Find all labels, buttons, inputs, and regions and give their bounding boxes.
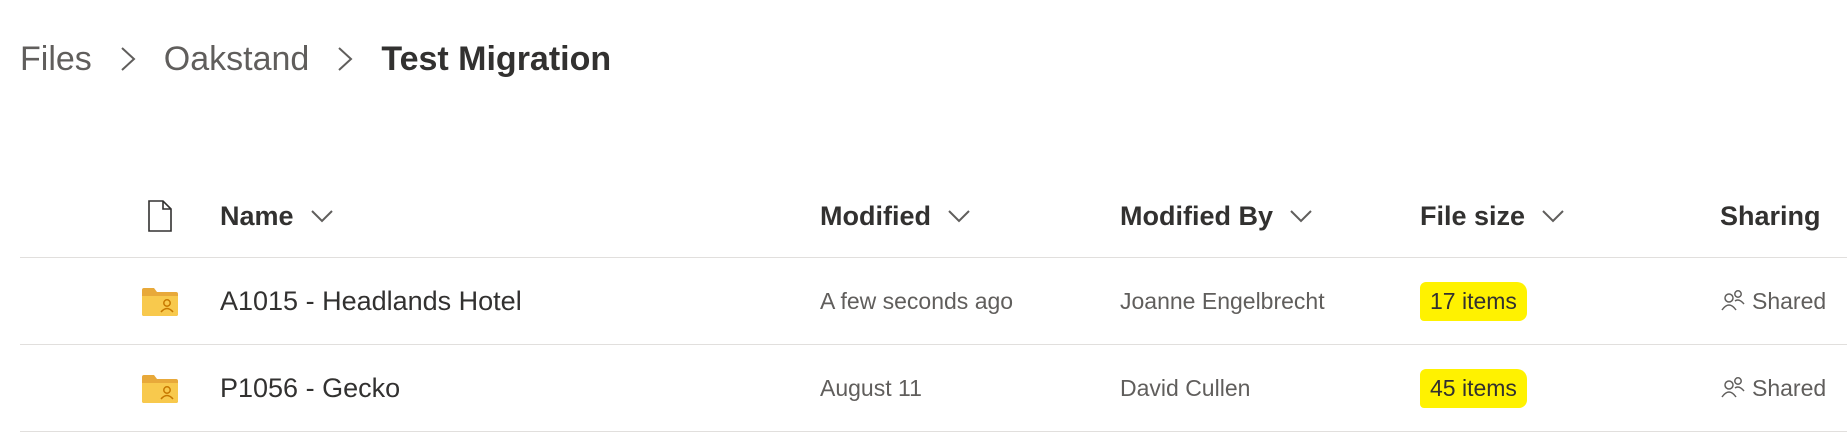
file-size-highlight: 45 items: [1420, 368, 1527, 408]
row-file-size: 17 items: [1420, 258, 1527, 344]
breadcrumb: Files Oakstand Test Migration: [20, 34, 611, 84]
row-sharing-label: Shared: [1752, 287, 1827, 314]
column-header-modified-label: Modified: [820, 200, 931, 231]
column-header-file-size-label: File size: [1420, 200, 1526, 231]
row-name-link[interactable]: A1015 - Headlands Hotel: [220, 258, 522, 344]
row-name-link[interactable]: P1056 - Gecko: [220, 345, 400, 431]
row-sharing-label: Shared: [1752, 374, 1827, 401]
chevron-right-icon: [114, 42, 142, 76]
column-header-modified-by-label: Modified By: [1120, 200, 1273, 231]
shared-folder-icon: [140, 258, 180, 344]
file-type-icon[interactable]: [140, 175, 180, 257]
breadcrumb-current: Test Migration: [381, 39, 612, 78]
column-header-row: Name Modified Modified By File size Shar…: [20, 175, 1847, 258]
shared-people-icon: [1720, 288, 1746, 314]
column-header-modified-by[interactable]: Modified By: [1120, 175, 1315, 257]
row-file-size: 45 items: [1420, 345, 1527, 431]
shared-folder-icon: [140, 345, 180, 431]
chevron-down-icon: [945, 206, 973, 226]
breadcrumb-item-files[interactable]: Files: [20, 40, 92, 79]
shared-people-icon: [1720, 375, 1746, 401]
row-sharing-status[interactable]: Shared: [1720, 345, 1826, 431]
breadcrumb-item-oakstand[interactable]: Oakstand: [164, 40, 310, 79]
row-modified: August 11: [820, 374, 922, 401]
file-list: Name Modified Modified By File size Shar…: [20, 175, 1847, 432]
table-row[interactable]: A1015 - Headlands Hotel A few seconds ag…: [20, 258, 1847, 345]
table-row[interactable]: P1056 - Gecko August 11 David Cullen 45 …: [20, 345, 1847, 432]
row-modified-by[interactable]: Joanne Engelbrecht: [1120, 258, 1325, 344]
column-header-name-label: Name: [220, 200, 294, 231]
column-header-sharing[interactable]: Sharing: [1720, 175, 1821, 257]
file-size-highlight: 17 items: [1420, 281, 1527, 321]
chevron-right-icon: [331, 42, 359, 76]
column-header-file-size[interactable]: File size: [1420, 175, 1567, 257]
column-header-sharing-label: Sharing: [1720, 200, 1821, 231]
row-modified-by[interactable]: David Cullen: [1120, 345, 1250, 431]
row-sharing-status[interactable]: Shared: [1720, 258, 1826, 344]
chevron-down-icon: [308, 206, 336, 226]
chevron-down-icon: [1539, 206, 1567, 226]
row-modified: A few seconds ago: [820, 287, 1014, 314]
chevron-down-icon: [1287, 206, 1315, 226]
column-header-modified[interactable]: Modified: [820, 175, 973, 257]
column-header-name[interactable]: Name: [220, 175, 336, 257]
